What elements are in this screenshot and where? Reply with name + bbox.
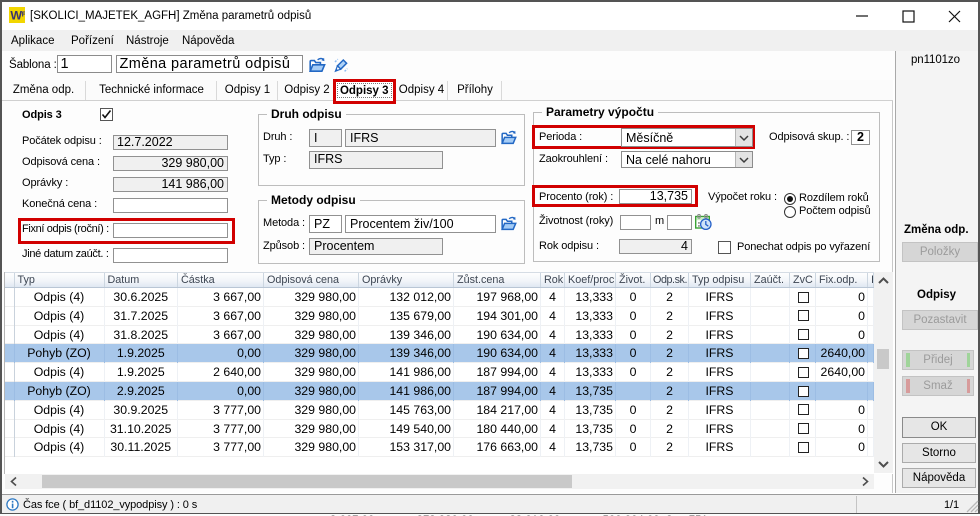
svg-text:F: F: [22, 9, 25, 18]
